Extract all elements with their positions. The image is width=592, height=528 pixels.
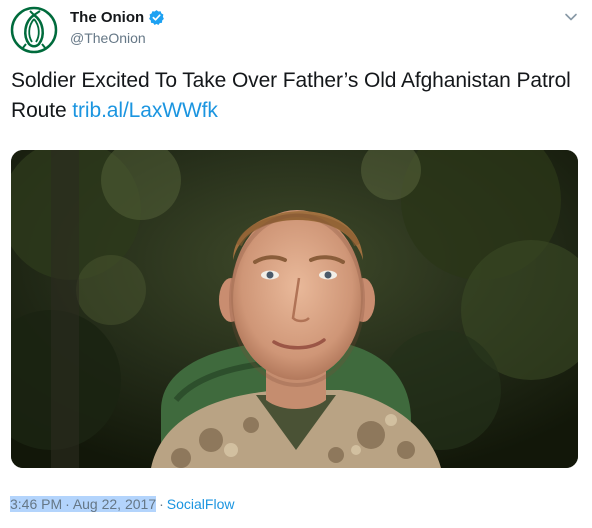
avatar[interactable] xyxy=(10,6,58,54)
tweet-author: The Onion @TheOnion xyxy=(70,9,165,46)
tweet-date: Aug 22, 2017 xyxy=(72,496,157,512)
meta-separator: · xyxy=(159,496,164,512)
display-name[interactable]: The Onion xyxy=(70,9,144,26)
handle[interactable]: @TheOnion xyxy=(70,30,165,46)
tweet-meta: 3:46 PM · Aug 22, 2017 · SocialFlow xyxy=(10,496,234,512)
tweet-source-link[interactable]: SocialFlow xyxy=(167,496,235,512)
meta-separator: · xyxy=(65,496,70,512)
tweet-link[interactable]: trib.al/LaxWWfk xyxy=(72,99,218,122)
chevron-down-icon[interactable] xyxy=(562,8,580,26)
tweet-time: 3:46 PM xyxy=(10,496,63,512)
timestamp[interactable]: 3:46 PM · Aug 22, 2017 xyxy=(10,496,157,512)
tweet-media-photo[interactable] xyxy=(11,150,578,468)
name-row: The Onion xyxy=(70,9,165,26)
onion-logo-icon xyxy=(10,6,58,54)
tweet-card: The Onion @TheOnion Soldier Excited To T… xyxy=(0,0,592,528)
tweet-text: Soldier Excited To Take Over Father’s Ol… xyxy=(11,66,583,126)
verified-badge-icon xyxy=(148,9,165,26)
